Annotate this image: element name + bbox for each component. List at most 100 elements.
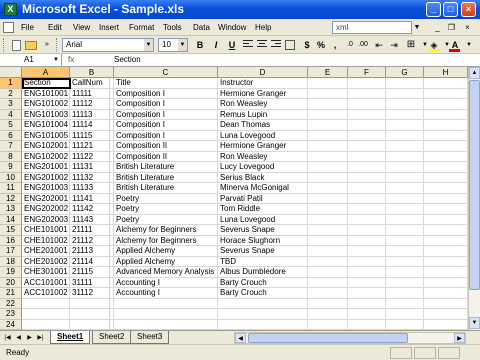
cell-a22[interactable] (22, 299, 70, 310)
cell-d21[interactable]: Barty Crouch (218, 288, 308, 299)
percent-button[interactable]: % (314, 38, 328, 52)
column-header-c[interactable]: C (114, 67, 218, 78)
decrease-decimal-icon[interactable]: .00 (356, 38, 370, 52)
increase-decimal-icon[interactable]: .0 (343, 38, 357, 52)
cell-b20[interactable]: 31111 (70, 278, 114, 289)
close-button[interactable]: × (461, 2, 476, 17)
align-left-icon[interactable] (243, 40, 253, 50)
cell-a16[interactable]: CHE101002 (22, 236, 70, 247)
cell-b1[interactable]: CallNum (70, 78, 114, 89)
open-folder-icon[interactable] (25, 41, 37, 50)
cell-d14[interactable]: Luna Lovegood (218, 215, 308, 226)
column-header-b[interactable]: B (70, 67, 114, 78)
cell-a4[interactable]: ENG101003 (22, 110, 70, 121)
cell-b2[interactable]: 11111 (70, 89, 114, 100)
cell-d23[interactable] (218, 309, 308, 320)
scroll-right-icon[interactable]: ▶ (454, 333, 465, 343)
new-document-icon[interactable] (12, 40, 21, 51)
menu-view[interactable]: View (73, 22, 90, 33)
cell-b24[interactable] (70, 320, 114, 331)
toolbar-options-icon[interactable]: » (40, 38, 54, 52)
cell-a21[interactable]: ACC101002 (22, 288, 70, 299)
cell-a19[interactable]: CHE301001 (22, 267, 70, 278)
next-sheet-icon[interactable]: ▶ (25, 333, 34, 343)
cell-c23[interactable] (114, 309, 218, 320)
italic-button[interactable]: I (209, 38, 223, 52)
cell-c19[interactable]: Advanced Memory Analysis (114, 267, 218, 278)
ask-question-dropdown-icon[interactable]: ▼ (413, 21, 421, 34)
row-header[interactable]: 9 (0, 162, 22, 173)
tab-sheet3[interactable]: Sheet3 (130, 331, 170, 344)
first-sheet-icon[interactable]: |◀ (3, 333, 12, 343)
cell-a14[interactable]: ENG202003 (22, 215, 70, 226)
cell-b6[interactable]: 11115 (70, 131, 114, 142)
chevron-down-icon[interactable]: ▼ (53, 54, 59, 66)
chevron-down-icon[interactable]: ▼ (462, 38, 476, 52)
cell-d24[interactable] (218, 320, 308, 331)
cell-b10[interactable]: 11132 (70, 173, 114, 184)
cell-b14[interactable]: 11143 (70, 215, 114, 226)
decrease-indent-icon[interactable]: ⇤ (372, 38, 386, 52)
row-header[interactable]: 12 (0, 193, 22, 204)
scroll-left-icon[interactable]: ◀ (235, 333, 246, 343)
cell-d17[interactable]: Severus Snape (218, 246, 308, 257)
cell-d3[interactable]: Ron Weasley (218, 99, 308, 110)
cell-d22[interactable] (218, 299, 308, 310)
row-header[interactable]: 4 (0, 109, 22, 120)
cell-c4[interactable]: Composition I (114, 110, 218, 121)
increase-indent-icon[interactable]: ⇥ (387, 38, 401, 52)
row-header[interactable]: 13 (0, 204, 22, 215)
tab-sheet2[interactable]: Sheet2 (92, 331, 132, 344)
underline-button[interactable]: U (225, 38, 239, 52)
formula-input[interactable]: Section (114, 54, 141, 66)
cell-d6[interactable]: Luna Lovegood (218, 131, 308, 142)
column-header-a[interactable]: A (22, 67, 70, 78)
row-header[interactable]: 1 (0, 78, 22, 89)
row-header[interactable]: 10 (0, 172, 22, 183)
row-header[interactable]: 2 (0, 88, 22, 99)
vertical-scrollbar[interactable]: ▲ ▼ (468, 67, 480, 330)
row-header[interactable]: 7 (0, 141, 22, 152)
menu-edit[interactable]: Edit (48, 22, 62, 33)
document-icon[interactable] (3, 22, 14, 33)
cell-a9[interactable]: ENG201001 (22, 162, 70, 173)
align-center-icon[interactable] (257, 40, 267, 50)
row-header[interactable]: 22 (0, 298, 22, 309)
select-all-corner[interactable] (0, 67, 22, 78)
row-header[interactable]: 3 (0, 99, 22, 110)
align-right-icon[interactable] (271, 40, 281, 50)
minimize-button[interactable]: _ (426, 2, 441, 17)
column-header-g[interactable]: G (386, 67, 424, 78)
cell-c2[interactable]: Composition I (114, 89, 218, 100)
cell-a20[interactable]: ACC101001 (22, 278, 70, 289)
horizontal-scroll-thumb[interactable] (248, 333, 408, 343)
cell-a10[interactable]: ENG201002 (22, 173, 70, 184)
maximize-button[interactable]: □ (443, 2, 458, 17)
cell-a3[interactable]: ENG101002 (22, 99, 70, 110)
cell-c15[interactable]: Alchemy for Beginners (114, 225, 218, 236)
cell-b15[interactable]: 21111 (70, 225, 114, 236)
cell-d18[interactable]: TBD (218, 257, 308, 268)
cell-b21[interactable]: 31112 (70, 288, 114, 299)
tab-sheet1[interactable]: Sheet1 (50, 331, 91, 344)
cell-b5[interactable]: 11114 (70, 120, 114, 131)
scroll-up-icon[interactable]: ▲ (469, 67, 480, 79)
cell-b7[interactable]: 11121 (70, 141, 114, 152)
excel-app-icon[interactable]: X (4, 3, 17, 16)
menu-help[interactable]: Help (255, 22, 271, 33)
row-header[interactable]: 6 (0, 130, 22, 141)
comma-style-button[interactable]: , (328, 38, 342, 52)
toolbar-grip[interactable] (56, 38, 59, 52)
cell-a11[interactable]: ENG201003 (22, 183, 70, 194)
cell-b8[interactable]: 11122 (70, 152, 114, 163)
cell-b19[interactable]: 21115 (70, 267, 114, 278)
cell-a15[interactable]: CHE101001 (22, 225, 70, 236)
menu-file[interactable]: File (21, 22, 34, 33)
column-header-d[interactable]: D (218, 67, 308, 78)
cell-a8[interactable]: ENG102002 (22, 152, 70, 163)
cell-c17[interactable]: Applied Alchemy (114, 246, 218, 257)
cell-d8[interactable]: Ron Weasley (218, 152, 308, 163)
cell-d13[interactable]: Tom Riddle (218, 204, 308, 215)
row-header[interactable]: 18 (0, 256, 22, 267)
cell-a2[interactable]: ENG101001 (22, 89, 70, 100)
